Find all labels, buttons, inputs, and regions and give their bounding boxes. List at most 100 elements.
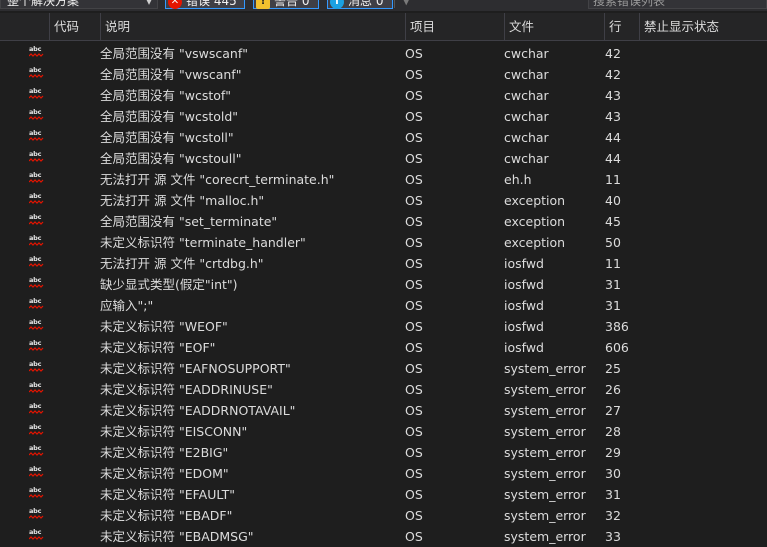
row-description: 全局范围没有 "wcstoull" [100,151,242,166]
row-file: system_error [504,403,586,418]
spelling-error-icon: abc [29,234,44,248]
row-description: 全局范围没有 "set_terminate" [100,214,278,229]
row-project: OS [405,340,423,355]
table-row[interactable]: abc 未定义标识符 "E2BIG" OS system_error 29 [0,442,767,463]
spelling-error-icon: abc [29,45,44,59]
table-row[interactable]: abc 无法打开 源 文件 "malloc.h" OS exception 40 [0,190,767,211]
errors-filter-button[interactable]: ✕ 错误 445 [165,0,245,9]
row-project: OS [405,529,423,544]
warnings-filter-button[interactable]: ! 警告 0 [253,0,319,9]
row-description: 未定义标识符 "WEOF" [100,319,228,334]
row-file: system_error [504,424,586,439]
row-line: 26 [605,382,621,397]
row-file: system_error [504,487,586,502]
spelling-error-icon: abc [29,339,44,353]
row-description: 未定义标识符 "terminate_handler" [100,235,306,250]
table-row[interactable]: abc 全局范围没有 "set_terminate" OS exception … [0,211,767,232]
table-row[interactable]: abc 无法打开 源 文件 "corecrt_terminate.h" OS e… [0,169,767,190]
row-line: 25 [605,361,621,376]
column-header-code[interactable]: 代码 [49,13,100,40]
row-project: OS [405,193,423,208]
table-row[interactable]: abc 缺少显式类型(假定"int") OS iosfwd 31 [0,274,767,295]
row-line: 31 [605,277,621,292]
spelling-error-icon: abc [29,66,44,80]
spelling-error-icon: abc [29,360,44,374]
error-list-toolbar: 整个解决方案 ▾ ✕ 错误 445 ! 警告 0 i 消息 0 ▼ 搜索错误列表 [0,0,767,11]
row-line: 606 [605,340,629,355]
table-row[interactable]: abc 未定义标识符 "EAFNOSUPPORT" OS system_erro… [0,358,767,379]
table-row[interactable]: abc 全局范围没有 "wcstoull" OS cwchar 44 [0,148,767,169]
column-header-suppression-state[interactable]: 禁止显示状态 [639,13,767,40]
row-line: 43 [605,109,621,124]
row-file: system_error [504,529,586,544]
row-description: 未定义标识符 "EAFNOSUPPORT" [100,361,291,376]
spelling-error-icon: abc [29,318,44,332]
messages-filter-label: 消息 0 [348,0,384,8]
table-row[interactable]: abc 未定义标识符 "EADDRINUSE" OS system_error … [0,379,767,400]
row-description: 未定义标识符 "EADDRNOTAVAIL" [100,403,296,418]
row-project: OS [405,214,423,229]
row-file: system_error [504,508,586,523]
row-project: OS [405,109,423,124]
row-project: OS [405,361,423,376]
row-line: 31 [605,487,621,502]
table-row[interactable]: abc 未定义标识符 "EISCONN" OS system_error 28 [0,421,767,442]
column-header-file[interactable]: 文件 [504,13,604,40]
errors-filter-label: 错误 445 [186,0,237,8]
column-header-project[interactable]: 项目 [405,13,504,40]
column-header-description[interactable]: 说明 [100,13,405,40]
table-row[interactable]: abc 全局范围没有 "vwscanf" OS cwchar 42 [0,64,767,85]
row-description: 全局范围没有 "wcstoll" [100,130,234,145]
row-file: iosfwd [504,319,544,334]
table-row[interactable]: abc 未定义标识符 "EDOM" OS system_error 30 [0,463,767,484]
messages-filter-button[interactable]: i 消息 0 [327,0,393,9]
table-row[interactable]: abc 全局范围没有 "wcstold" OS cwchar 43 [0,106,767,127]
row-description: 全局范围没有 "wcstof" [100,88,232,103]
row-line: 33 [605,529,621,544]
table-row[interactable]: abc 全局范围没有 "wcstof" OS cwchar 43 [0,85,767,106]
row-project: OS [405,277,423,292]
table-row[interactable]: abc 无法打开 源 文件 "crtdbg.h" OS iosfwd 11 [0,253,767,274]
search-error-list-input[interactable]: 搜索错误列表 [588,0,767,9]
row-line: 50 [605,235,621,250]
search-placeholder: 搜索错误列表 [593,0,666,8]
row-line: 29 [605,445,621,460]
table-row[interactable]: abc 应输入";" OS iosfwd 31 [0,295,767,316]
row-file: cwchar [504,46,549,61]
row-project: OS [405,445,423,460]
row-line: 27 [605,403,621,418]
row-line: 32 [605,508,621,523]
table-row[interactable]: abc 全局范围没有 "wcstoll" OS cwchar 44 [0,127,767,148]
row-description: 缺少显式类型(假定"int") [100,277,238,292]
filter-icon[interactable]: ▼ [402,0,410,7]
table-row[interactable]: abc 未定义标识符 "EADDRNOTAVAIL" OS system_err… [0,400,767,421]
error-icon: ✕ [168,0,182,9]
row-project: OS [405,151,423,166]
row-line: 42 [605,67,621,82]
spelling-error-icon: abc [29,507,44,521]
row-project: OS [405,382,423,397]
row-description: 全局范围没有 "wcstold" [100,109,239,124]
table-row[interactable]: abc 未定义标识符 "terminate_handler" OS except… [0,232,767,253]
table-row[interactable]: abc 未定义标识符 "EFAULT" OS system_error 31 [0,484,767,505]
row-file: eh.h [504,172,532,187]
toolbar-separator [394,0,395,8]
row-file: system_error [504,382,586,397]
row-file: cwchar [504,109,549,124]
table-row[interactable]: abc 未定义标识符 "EBADF" OS system_error 32 [0,505,767,526]
spelling-error-icon: abc [29,402,44,416]
row-line: 44 [605,151,621,166]
table-row[interactable]: abc 未定义标识符 "EBADMSG" OS system_error 33 [0,526,767,547]
row-file: iosfwd [504,298,544,313]
column-header-line[interactable]: 行 [604,13,639,40]
row-project: OS [405,46,423,61]
table-row[interactable]: abc 未定义标识符 "WEOF" OS iosfwd 386 [0,316,767,337]
table-row[interactable]: abc 全局范围没有 "vswscanf" OS cwchar 42 [0,43,767,64]
warning-icon: ! [256,0,270,9]
column-header-row: 代码 说明 项目 文件 行 禁止显示状态 [0,13,767,41]
spelling-error-icon: abc [29,423,44,437]
row-line: 11 [605,172,621,187]
row-description: 未定义标识符 "EOF" [100,340,216,355]
scope-dropdown[interactable]: 整个解决方案 ▾ [0,0,158,9]
table-row[interactable]: abc 未定义标识符 "EOF" OS iosfwd 606 [0,337,767,358]
